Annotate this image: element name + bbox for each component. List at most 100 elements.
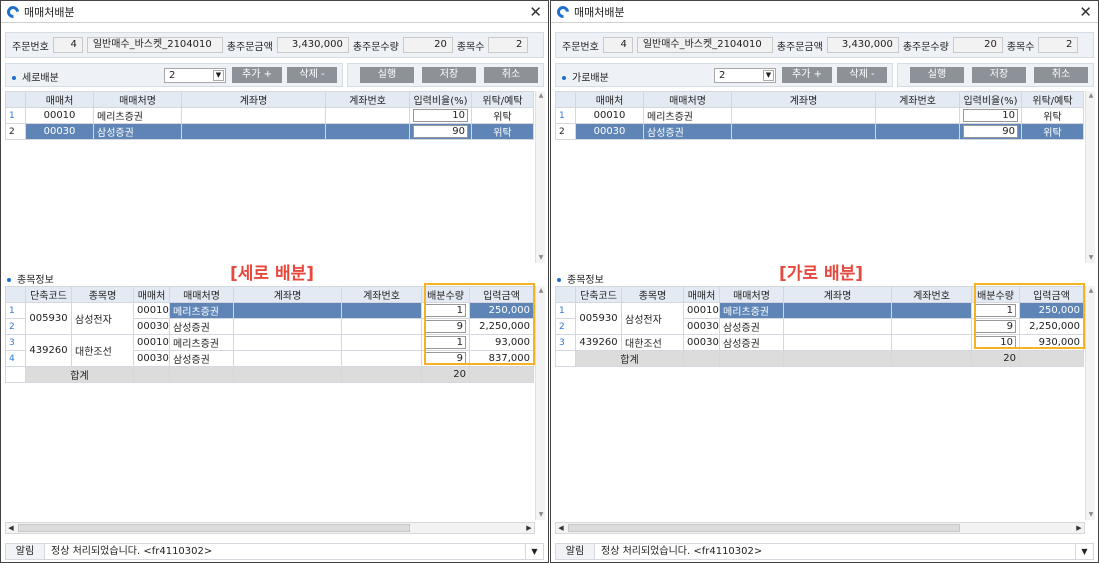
column-header[interactable]: 계좌번호 [891,286,972,303]
cancel-button[interactable]: 취소 [484,67,538,83]
account-no-cell[interactable] [875,123,960,140]
column-header[interactable]: 매매처명 [169,286,234,303]
deposit-type-cell[interactable]: 위탁 [1021,123,1084,140]
column-header[interactable]: 계좌번호 [325,91,410,108]
scroll-left-icon[interactable]: ◀ [556,523,566,533]
scroll-up-icon[interactable]: ▲ [1086,91,1096,101]
column-header[interactable]: 계좌명 [181,91,326,108]
broker-name-cell[interactable]: 메리츠증권 [169,302,234,319]
broker-name-cell[interactable]: 삼성증권 [93,123,182,140]
ratio-input[interactable]: 90 [963,125,1018,138]
chevron-down-icon[interactable]: ▼ [1076,542,1094,560]
broker-name-cell[interactable]: 메리츠증권 [643,107,732,124]
scroll-up-icon[interactable]: ▲ [1086,286,1096,296]
broker-code-cell[interactable]: 00030 [133,318,170,335]
account-no-cell[interactable] [325,107,410,124]
account-name-cell[interactable] [181,107,326,124]
save-button[interactable]: 저장 [422,67,476,83]
column-header[interactable]: 단축코드 [575,286,622,303]
broker-code-cell[interactable]: 00010 [25,107,94,124]
column-header[interactable]: 입력비율(%) [409,91,472,108]
broker-grid-scrollbar[interactable]: ▲ ▼ [1085,91,1095,263]
ratio-input[interactable]: 10 [963,109,1018,122]
add-button[interactable]: 추가 + [232,67,282,83]
broker-name-cell[interactable]: 메리츠증권 [93,107,182,124]
column-header[interactable]: 입력비율(%) [959,91,1022,108]
scroll-left-icon[interactable]: ◀ [6,523,16,533]
stock-name-cell[interactable]: 대한조선 [71,334,134,367]
account-name-cell[interactable] [233,334,342,351]
column-header[interactable]: 매매처 [683,286,720,303]
column-header[interactable]: 단축코드 [25,286,72,303]
ratio-cell[interactable]: 90 [409,123,472,140]
account-name-cell[interactable] [181,123,326,140]
account-name-cell[interactable] [233,350,342,367]
broker-code-cell[interactable]: 00030 [683,334,720,351]
account-name-cell[interactable] [731,123,876,140]
stock-code-cell[interactable]: 439260 [25,334,72,367]
stock-code-cell[interactable]: 005930 [575,302,622,335]
ratio-input[interactable]: 10 [413,109,468,122]
add-button[interactable]: 추가 + [782,67,832,83]
account-no-cell[interactable] [325,123,410,140]
column-header[interactable]: 매매처 [133,286,170,303]
horizontal-scrollbar[interactable]: ◀ ▶ [5,522,535,534]
column-header[interactable]: 계좌명 [731,91,876,108]
item-grid-scrollbar[interactable]: ▲ ▼ [535,286,545,520]
deposit-type-cell[interactable]: 위탁 [471,107,534,124]
column-header[interactable]: 매매처 [575,91,644,108]
column-header[interactable]: 계좌번호 [875,91,960,108]
account-no-cell[interactable] [891,318,972,335]
count-select[interactable]: 2 ▼ [164,68,226,83]
column-header[interactable]: 계좌명 [233,286,342,303]
broker-name-cell[interactable]: 삼성증권 [719,318,784,335]
broker-name-cell[interactable]: 메리츠증권 [719,302,784,319]
account-name-cell[interactable] [731,107,876,124]
stock-name-cell[interactable]: 대한조선 [621,334,684,351]
save-button[interactable]: 저장 [972,67,1026,83]
table-row[interactable]: 2 00030 삼성증권 90 위탁 [5,123,534,140]
count-select[interactable]: 2 ▼ [714,68,776,83]
account-no-cell[interactable] [891,334,972,351]
account-no-cell[interactable] [341,318,422,335]
chevron-down-icon[interactable]: ▼ [213,70,224,81]
table-row[interactable]: 1 00010 메리츠증권 10 위탁 [5,107,534,124]
scroll-down-icon[interactable]: ▼ [536,510,546,520]
broker-name-cell[interactable]: 삼성증권 [719,334,784,351]
table-row[interactable]: 1 00010 메리츠증권 10 위탁 [555,107,1084,124]
broker-name-cell[interactable]: 메리츠증권 [169,334,234,351]
scroll-thumb[interactable] [568,524,960,532]
scroll-right-icon[interactable]: ▶ [524,523,534,533]
scroll-down-icon[interactable]: ▼ [1086,510,1096,520]
run-button[interactable]: 실행 [910,67,964,83]
account-no-cell[interactable] [875,107,960,124]
stock-code-cell[interactable]: 439260 [575,334,622,351]
column-header[interactable]: 위탁/예탁 [1021,91,1084,108]
account-name-cell[interactable] [233,318,342,335]
scroll-up-icon[interactable]: ▲ [536,91,546,101]
broker-code-cell[interactable]: 00030 [25,123,94,140]
delete-button[interactable]: 삭제 - [287,67,337,83]
broker-code-cell[interactable]: 00010 [575,107,644,124]
deposit-type-cell[interactable]: 위탁 [1021,107,1084,124]
item-grid-scrollbar[interactable]: ▲ ▼ [1085,286,1095,520]
horizontal-scrollbar[interactable]: ◀ ▶ [555,522,1085,534]
broker-name-cell[interactable]: 삼성증권 [169,318,234,335]
stock-name-cell[interactable]: 삼성전자 [71,302,134,335]
stock-name-cell[interactable]: 삼성전자 [621,302,684,335]
scroll-thumb[interactable] [18,524,410,532]
close-icon[interactable]: ✕ [529,3,542,21]
column-header[interactable]: 종목명 [621,286,684,303]
column-header[interactable]: 계좌번호 [341,286,422,303]
deposit-type-cell[interactable]: 위탁 [471,123,534,140]
column-header[interactable]: 매매처명 [93,91,182,108]
column-header[interactable]: 매매처 [25,91,94,108]
column-header[interactable]: 매매처명 [719,286,784,303]
broker-code-cell[interactable]: 00010 [133,334,170,351]
broker-name-cell[interactable]: 삼성증권 [169,350,234,367]
close-icon[interactable]: ✕ [1079,3,1092,21]
scroll-right-icon[interactable]: ▶ [1074,523,1084,533]
ratio-cell[interactable]: 10 [959,107,1022,124]
chevron-down-icon[interactable]: ▼ [526,542,544,560]
broker-name-cell[interactable]: 삼성증권 [643,123,732,140]
